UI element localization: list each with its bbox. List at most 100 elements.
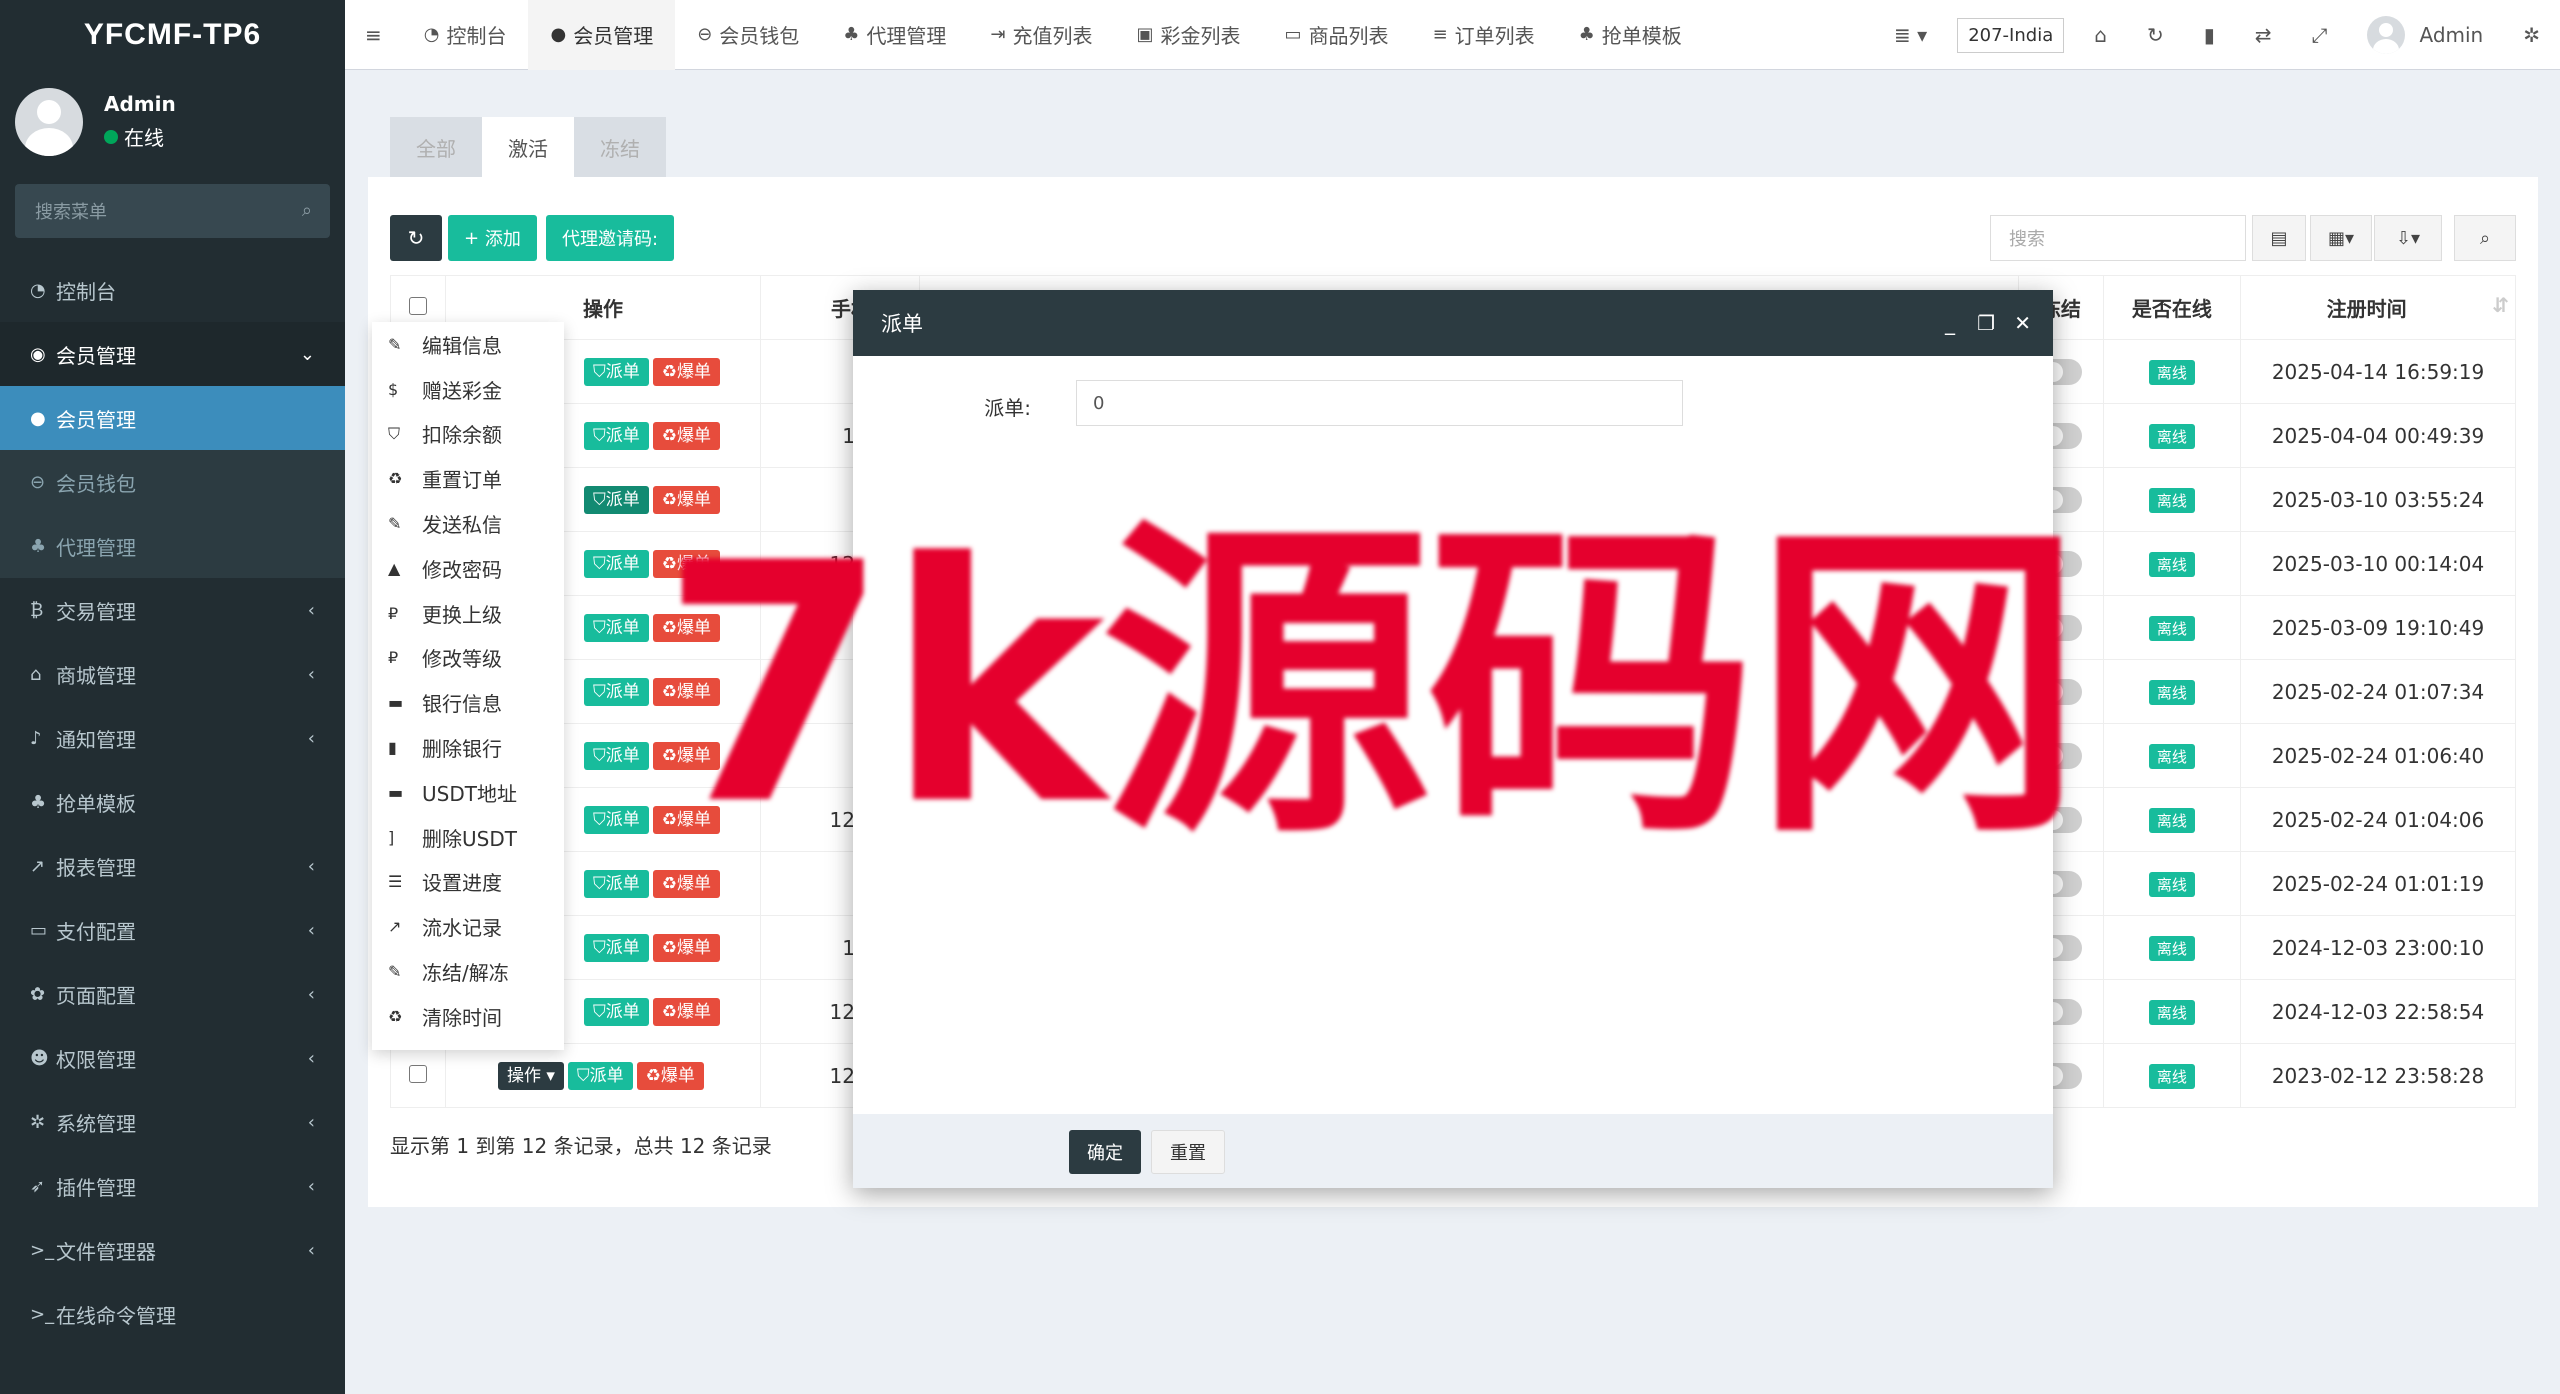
dispatch-button[interactable]: ⛉派单 xyxy=(583,933,649,962)
dispatch-button[interactable]: ⛉派单 xyxy=(583,677,649,706)
tab-members[interactable]: ● 会员管理 xyxy=(528,0,676,70)
dropdown-item[interactable]: ↗ 流水记录 xyxy=(372,904,564,949)
select-all-checkbox[interactable] xyxy=(408,296,427,315)
dispatch-button[interactable]: ⛉派单 xyxy=(583,485,649,514)
dropdown-item[interactable]: ✎ 发送私信 xyxy=(372,501,564,546)
translate-icon[interactable]: ⇄ xyxy=(2235,23,2292,47)
lang-select[interactable]: 207-India xyxy=(1957,17,2065,53)
sidebar-item-grab-template[interactable]: ♣ 抢单模板 xyxy=(0,770,345,834)
col-reg-time[interactable]: 注册时间 ⇵ xyxy=(2240,275,2516,340)
sidebar-item-label: 会员钱包 xyxy=(56,471,136,496)
sidebar-item-reports[interactable]: ↗ 报表管理 ‹ xyxy=(0,834,345,898)
tab-orders[interactable]: ≡ 订单列表 xyxy=(1411,0,1557,70)
online-status-badge: 离线 xyxy=(2148,999,2195,1025)
sidebar-item-wallet[interactable]: ⊖ 会员钱包 xyxy=(0,450,345,514)
search-icon[interactable]: ⌕ xyxy=(302,200,312,221)
dropdown-item[interactable]: ₽ 修改等级 xyxy=(372,636,564,681)
tab-bonus[interactable]: ▣ 彩金列表 xyxy=(1115,0,1263,70)
dropdown-item[interactable]: ▬ 银行信息 xyxy=(372,680,564,725)
tab-grab-template[interactable]: ♣ 抢单模板 xyxy=(1557,0,1704,70)
op-dropdown-button[interactable]: 操作 ▾ xyxy=(497,1061,564,1090)
dropdown-item[interactable]: ♻ 清除时间 xyxy=(372,994,564,1039)
dropdown-item[interactable]: ✎ 编辑信息 xyxy=(372,322,564,367)
close-icon[interactable]: ✕ xyxy=(2014,290,2031,356)
list-dropdown-icon[interactable]: ≣ ▾ xyxy=(1874,23,1947,47)
boom-button[interactable]: ♻爆单 xyxy=(652,357,720,386)
refresh-button[interactable]: ↻ xyxy=(390,215,442,261)
boom-button[interactable]: ♻爆单 xyxy=(652,421,720,450)
sidebar-item-page-config[interactable]: ✿ 页面配置 ‹ xyxy=(0,962,345,1026)
dispatch-button[interactable]: ⛉派单 xyxy=(567,1061,633,1090)
dropdown-item[interactable]: ⛉ 扣除余额 xyxy=(372,412,564,457)
dropdown-item[interactable]: ] 删除USDT xyxy=(372,815,564,860)
search-icon[interactable]: ⌕ xyxy=(2454,215,2516,261)
export-icon[interactable]: ⇩▾ xyxy=(2374,215,2442,261)
sidebar-search-input[interactable]: 搜索菜单 ⌕ xyxy=(15,184,330,238)
sidebar-item-system[interactable]: ✲ 系统管理 ‹ xyxy=(0,1090,345,1154)
dropdown-item[interactable]: ₽ 更换上级 xyxy=(372,591,564,636)
dropdown-item[interactable]: $ 赠送彩金 xyxy=(372,367,564,412)
sidebar-item-trade[interactable]: ₿ 交易管理 ‹ xyxy=(0,578,345,642)
boom-button[interactable]: ♻爆单 xyxy=(652,997,720,1026)
sidebar-item-members-group[interactable]: ◉ 会员管理 ⌄ xyxy=(0,322,345,386)
dropdown-item[interactable]: ▲ 修改密码 xyxy=(372,546,564,591)
dispatch-button[interactable]: ⛉派单 xyxy=(583,997,649,1026)
sidebar-item-notify[interactable]: ♪ 通知管理 ‹ xyxy=(0,706,345,770)
settings-gear-icon[interactable]: ✲ xyxy=(2503,23,2560,47)
sidebar-item-label: 报表管理 xyxy=(56,855,136,880)
confirm-button[interactable]: 确定 xyxy=(1069,1130,1141,1174)
toggle-view-icon[interactable]: ▤ xyxy=(2252,215,2306,261)
tab-active[interactable]: 激活 xyxy=(482,117,574,177)
admin-menu[interactable]: Admin xyxy=(2347,16,2503,54)
dispatch-button[interactable]: ⛉派单 xyxy=(583,869,649,898)
user-circle-icon: ◉ xyxy=(30,343,46,365)
table-search-input[interactable]: 搜索 xyxy=(1990,215,2246,261)
tab-all[interactable]: 全部 xyxy=(390,117,482,177)
menu-toggle-icon[interactable]: ≡ xyxy=(345,0,402,70)
dispatch-button[interactable]: ⛉派单 xyxy=(583,421,649,450)
trash-icon[interactable]: ▮ xyxy=(2184,23,2235,47)
boom-button[interactable]: ♻爆单 xyxy=(636,1061,704,1090)
row-checkbox[interactable] xyxy=(408,1064,427,1083)
dispatch-input[interactable]: 0 xyxy=(1076,380,1683,426)
sidebar-item-online-command[interactable]: >_ 在线命令管理 xyxy=(0,1282,345,1346)
sidebar-item-agents[interactable]: ♣ 代理管理 xyxy=(0,514,345,578)
boom-button[interactable]: ♻爆单 xyxy=(652,933,720,962)
dispatch-button[interactable]: ⛉派单 xyxy=(583,549,649,578)
dropdown-item[interactable]: ☰ 设置进度 xyxy=(372,860,564,905)
fullscreen-icon[interactable]: ⤢ xyxy=(2291,23,2347,47)
dropdown-item[interactable]: ▬ USDT地址 xyxy=(372,770,564,815)
sidebar-item-shop[interactable]: ⌂ 商城管理 ‹ xyxy=(0,642,345,706)
dropdown-item[interactable]: ▮ 删除银行 xyxy=(372,725,564,770)
tab-agents[interactable]: ♣ 代理管理 xyxy=(821,0,968,70)
home-icon[interactable]: ⌂ xyxy=(2074,23,2127,47)
maximize-icon[interactable]: ❐ xyxy=(1977,290,1995,356)
sidebar-item-dashboard[interactable]: ◔ 控制台 xyxy=(0,258,345,322)
dispatch-button[interactable]: ⛉派单 xyxy=(583,741,649,770)
sidebar-item-payment[interactable]: ▭ 支付配置 ‹ xyxy=(0,898,345,962)
dispatch-button[interactable]: ⛉派单 xyxy=(583,357,649,386)
tab-products[interactable]: ▭ 商品列表 xyxy=(1263,0,1411,70)
sliders-icon: ☰ xyxy=(388,872,403,892)
sidebar-item-members[interactable]: ● 会员管理 xyxy=(0,386,345,450)
refresh-icon[interactable]: ↻ xyxy=(2127,23,2184,47)
minimize-icon[interactable]: _ xyxy=(1945,290,1955,356)
sidebar-item-permissions[interactable]: ☻ 权限管理 ‹ xyxy=(0,1026,345,1090)
add-button[interactable]: + 添加 xyxy=(448,215,537,261)
dropdown-item[interactable]: ✎ 冻结/解冻 xyxy=(372,949,564,994)
sidebar-item-plugins[interactable]: ➶ 插件管理 ‹ xyxy=(0,1154,345,1218)
tab-dashboard[interactable]: ◔ 控制台 xyxy=(402,0,529,70)
dropdown-item[interactable]: ♻ 重置订单 xyxy=(372,456,564,501)
reset-button[interactable]: 重置 xyxy=(1151,1130,1225,1174)
app-logo[interactable]: YFCMF-TP6 xyxy=(0,0,345,70)
dispatch-button[interactable]: ⛉派单 xyxy=(583,613,649,642)
tab-wallet[interactable]: ⊖ 会员钱包 xyxy=(675,0,821,70)
columns-icon[interactable]: ▦▾ xyxy=(2310,215,2372,261)
tab-frozen[interactable]: 冻结 xyxy=(574,117,666,177)
sidebar-item-file-manager[interactable]: >_ 文件管理器 ‹ xyxy=(0,1218,345,1282)
row-op-cell: 操作 ▾ ⛉派单 ♻爆单 xyxy=(444,1043,762,1108)
invite-code-button[interactable]: 代理邀请码: xyxy=(546,215,675,261)
tab-recharge[interactable]: ⇥ 充值列表 xyxy=(968,0,1114,70)
bitcoin-icon: ₽ xyxy=(388,648,399,668)
dispatch-button[interactable]: ⛉派单 xyxy=(583,805,649,834)
